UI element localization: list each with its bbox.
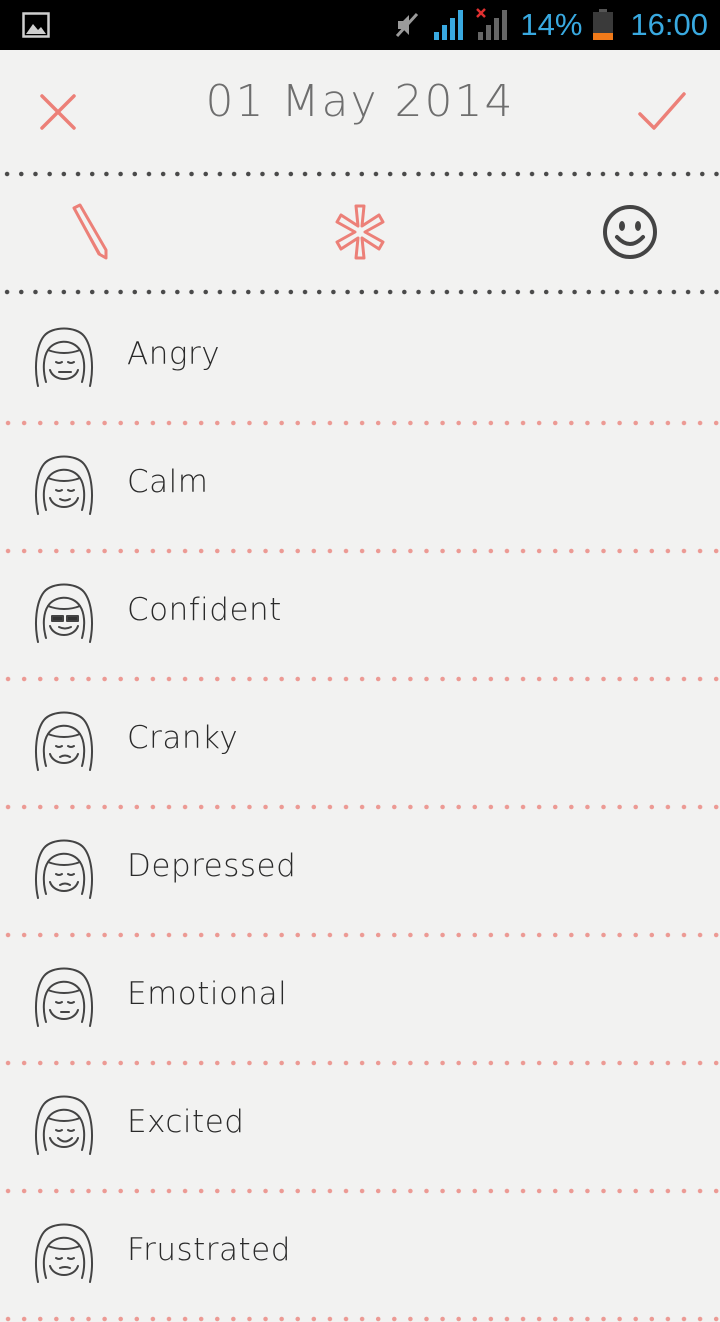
mood-item[interactable]: Emotional [0,934,720,1066]
confident-face-icon [35,583,93,643]
cranky-face-icon [35,711,93,771]
asterisk-icon [335,204,385,260]
mood-item[interactable]: Angry [0,294,720,426]
mood-label: Excited [127,1104,245,1140]
mood-label: Angry [127,336,221,372]
mood-label: Emotional [127,976,288,1012]
mood-label: Depressed [127,848,297,884]
mood-item[interactable]: Excited [0,1062,720,1194]
mute-icon [396,12,419,38]
signal-strength-icon [434,10,464,40]
depressed-face-icon [35,839,93,899]
gallery-notification-icon [22,12,50,38]
check-icon[interactable] [630,82,692,144]
clock: 16:00 [630,7,708,42]
page-title: 01 May 2014 [205,76,515,127]
mood-item[interactable]: Depressed [0,806,720,938]
emotional-face-icon [35,967,93,1027]
mood-list: Angry Calm Confident Cranky Depressed Em… [0,294,720,1322]
pencil-icon [72,203,108,260]
excited-face-icon [35,1095,93,1155]
smiley-icon [603,205,657,259]
battery-percent: 14% [520,7,583,42]
battery-icon [593,9,614,40]
tab-note[interactable] [30,176,150,288]
mood-label: Confident [127,592,282,628]
frustrated-face-icon [35,1223,93,1283]
mood-item[interactable]: Frustrated [0,1190,720,1322]
header: 01 May 2014 [0,50,720,170]
status-indicators: 14% 16:00 [392,0,708,50]
tab-bar [0,176,720,288]
mood-item[interactable]: Confident [0,550,720,682]
mood-item[interactable]: Calm [0,422,720,554]
mood-label: Cranky [127,720,239,756]
tab-activity[interactable] [300,176,420,288]
mood-label: Calm [127,464,209,500]
divider [0,1316,720,1322]
mood-item[interactable]: Cranky [0,678,720,810]
angry-face-icon [35,327,93,387]
no-signal-icon [476,8,508,40]
calm-face-icon [35,455,93,515]
tab-mood[interactable] [570,176,690,288]
mood-label: Frustrated [127,1232,291,1268]
status-bar: 14% 16:00 [0,0,720,50]
